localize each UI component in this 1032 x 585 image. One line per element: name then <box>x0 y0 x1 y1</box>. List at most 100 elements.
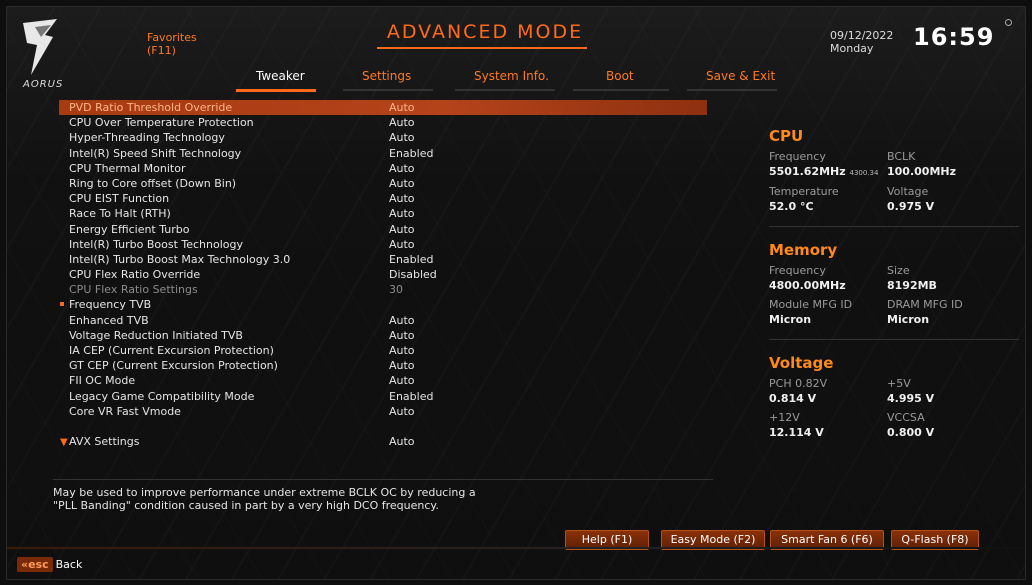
menu-item[interactable]: CPU Over Temperature Protection Auto <box>59 115 707 130</box>
cpu-frequency-sub: 4300.34 <box>849 169 879 177</box>
pch-voltage-value: 0.814 V <box>769 392 817 405</box>
back-button[interactable]: «esc Back <box>17 557 82 572</box>
menu-item[interactable]: CPU Flex Ratio Override Disabled <box>59 267 707 282</box>
favorites-tab[interactable]: Favorites (F11) <box>147 31 197 57</box>
cpu-section-title: CPU <box>769 127 804 145</box>
menu-item-value: Auto <box>389 161 415 175</box>
menu-item-label: Intel(R) Speed Shift Technology <box>69 146 242 160</box>
menu-item-label: Frequency TVB <box>69 298 152 312</box>
menu-item-value: Auto <box>389 374 415 388</box>
menu-item-label: CPU Over Temperature Protection <box>69 116 254 130</box>
menu-section-frequency-tvb[interactable]: Frequency TVB <box>59 297 707 312</box>
tab-underline <box>455 89 555 91</box>
cpu-temperature-value: 52.0 °C <box>769 200 814 213</box>
menu-item[interactable]: CPU Thermal Monitor Auto <box>59 161 707 176</box>
menu-item-value: Auto <box>389 192 415 206</box>
memory-values-1: 4800.00MHz 8192MB <box>769 279 1019 293</box>
cpu-frequency-value: 5501.62MHz 4300.34 <box>769 165 887 180</box>
menu-item-value: Auto <box>389 344 415 357</box>
menu-item-label: CPU Flex Ratio Settings <box>69 283 198 297</box>
voltage-labels-2: +12V VCCSA <box>769 411 1019 425</box>
tab-save-exit[interactable]: Save & Exit <box>706 69 775 83</box>
menu-item[interactable]: Race To Halt (RTH) Auto <box>59 206 707 221</box>
esc-key-icon: «esc <box>17 557 53 572</box>
menu-item[interactable]: Core VR Fast Vmode Auto <box>59 404 707 419</box>
cpu-temperature-label: Temperature <box>769 185 839 198</box>
menu-item-label: FII OC Mode <box>69 374 136 388</box>
menu-item-label: Ring to Core offset (Down Bin) <box>69 176 237 190</box>
menu-item-value: Auto <box>389 222 415 236</box>
favorites-hotkey: (F11) <box>147 44 176 57</box>
menu-item-label: CPU EIST Function <box>69 192 170 206</box>
menu-item-disabled: CPU Flex Ratio Settings 30 <box>59 282 707 297</box>
5v-label: +5V <box>887 377 911 390</box>
cpu-labels-1: Frequency BCLK <box>769 150 1019 164</box>
menu-item-value: Auto <box>389 101 415 114</box>
divider <box>769 226 1019 227</box>
voltage-values-2: 12.114 V 0.800 V <box>769 426 1019 440</box>
clock-indicator-icon <box>1005 19 1012 26</box>
tab-system-info[interactable]: System Info. <box>474 69 549 83</box>
cpu-bclk-label: BCLK <box>887 150 916 163</box>
menu-item-value: Auto <box>389 328 415 342</box>
menu-item[interactable]: Energy Efficient Turbo Auto <box>59 222 707 237</box>
weekday: Monday <box>830 42 874 55</box>
cpu-values-2: 52.0 °C 0.975 V <box>769 200 1019 214</box>
bios-window: AORUS ADVANCED MODE Favorites (F11) Twea… <box>6 6 1026 580</box>
menu-item[interactable]: Enhanced TVB Auto <box>59 313 707 328</box>
menu-item-value: Enabled <box>389 146 434 160</box>
cpu-labels-2: Temperature Voltage <box>769 185 1019 199</box>
memory-frequency-value: 4800.00MHz <box>769 279 846 292</box>
menu-item-label: Enhanced TVB <box>69 313 149 327</box>
menu-item-pvd-ratio[interactable]: PVD Ratio Threshold Override Auto <box>59 100 707 116</box>
menu-item-label: IA CEP (Current Excursion Protection) <box>69 344 274 357</box>
menu-item-value: Auto <box>389 131 415 145</box>
footer: «esc Back <box>7 549 1025 579</box>
help-line: "PLL Banding" condition caused in part b… <box>53 499 439 512</box>
menu-item-label: Voltage Reduction Initiated TVB <box>69 328 243 342</box>
menu-section-avx-settings[interactable]: ▼ AVX Settings Auto <box>59 434 707 449</box>
menu-item-value: Auto <box>389 116 415 130</box>
menu-item-value: Auto <box>389 404 415 418</box>
module-mfg-value: Micron <box>769 313 812 326</box>
tab-settings[interactable]: Settings <box>362 69 411 83</box>
tab-boot[interactable]: Boot <box>606 69 634 83</box>
back-label: Back <box>55 558 83 571</box>
12v-value: 12.114 V <box>769 426 824 439</box>
menu-item-label: Race To Halt (RTH) <box>69 207 171 221</box>
dram-mfg-label: DRAM MFG ID <box>887 298 963 311</box>
tab-underline-active <box>236 89 316 92</box>
memory-section-title: Memory <box>769 241 838 259</box>
memory-labels-2: Module MFG ID DRAM MFG ID <box>769 298 1019 312</box>
menu-item[interactable]: Voltage Reduction Initiated TVB Auto <box>59 328 707 343</box>
header: AORUS ADVANCED MODE Favorites (F11) Twea… <box>7 7 1025 95</box>
menu-item[interactable]: GT CEP (Current Excursion Protection) Au… <box>59 358 707 373</box>
menu-item[interactable]: Hyper-Threading Technology Auto <box>59 130 707 145</box>
menu-item[interactable]: Legacy Game Compatibility Mode Enabled <box>59 389 707 404</box>
tab-tweaker[interactable]: Tweaker <box>256 69 305 83</box>
memory-labels-1: Frequency Size <box>769 264 1019 278</box>
module-mfg-label: Module MFG ID <box>769 298 853 311</box>
vccsa-value: 0.800 V <box>887 426 935 439</box>
page-title: ADVANCED MODE <box>386 21 584 43</box>
help-description: May be used to improve performance under… <box>53 479 713 512</box>
menu-item-value: Enabled <box>389 252 434 266</box>
cpu-values-1: 5501.62MHz 4300.34 100.00MHz <box>769 165 1019 180</box>
menu-item[interactable]: Ring to Core offset (Down Bin) Auto <box>59 176 707 191</box>
clock: 16:59 <box>913 23 995 51</box>
favorites-label: Favorites <box>147 31 197 44</box>
menu-item[interactable]: Intel(R) Turbo Boost Technology Auto <box>59 237 707 252</box>
menu-item[interactable]: FII OC Mode Auto <box>59 373 707 388</box>
menu-item-value: Auto <box>389 176 415 190</box>
memory-frequency-label: Frequency <box>769 264 826 277</box>
menu-item[interactable]: CPU EIST Function Auto <box>59 191 707 206</box>
menu-item[interactable]: Intel(R) Turbo Boost Max Technology 3.0 … <box>59 252 707 267</box>
menu-item[interactable]: Intel(R) Speed Shift Technology Enabled <box>59 146 707 161</box>
menu-item-label: AVX Settings <box>69 434 140 448</box>
expand-arrow-icon: ▼ <box>60 436 68 448</box>
date-display: 09/12/2022 Monday <box>830 29 893 55</box>
divider <box>769 339 1019 340</box>
menu-item-label: CPU Thermal Monitor <box>69 161 186 175</box>
menu-item[interactable]: IA CEP (Current Excursion Protection) Au… <box>59 343 707 358</box>
menu-item-value: Auto <box>389 237 415 251</box>
